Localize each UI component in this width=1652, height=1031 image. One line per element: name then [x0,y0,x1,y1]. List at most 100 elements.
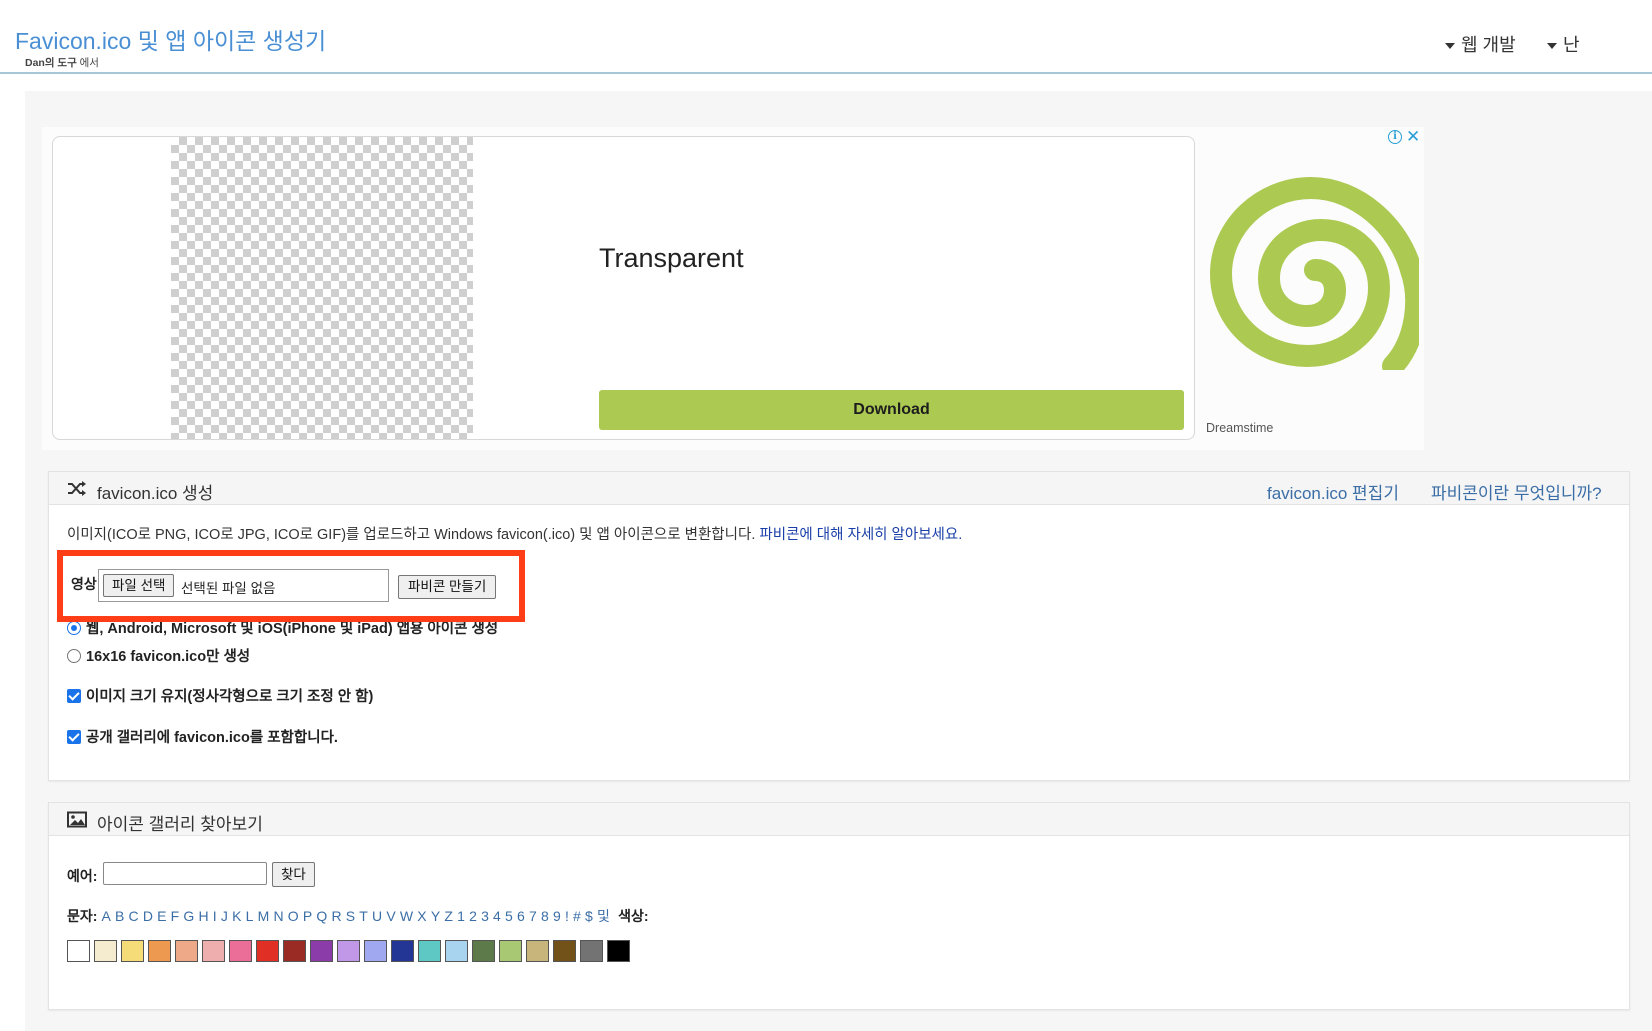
color-swatch[interactable] [607,940,630,962]
option-label: 웹, Android, Microsoft 및 iOS(iPhone 및 iPa… [86,621,499,637]
ad-info-icon[interactable]: i [1388,130,1402,144]
file-input[interactable]: 파일 선택 선택된 파일 없음 [98,569,389,602]
color-swatch[interactable] [472,940,495,962]
letter-link[interactable]: I [213,908,217,924]
letter-link[interactable]: R [331,908,341,924]
ad-headline[interactable]: Transparent [599,243,744,274]
color-swatch[interactable] [67,940,90,962]
nav-more[interactable]: 난 [1547,31,1580,57]
letter-link[interactable]: T [359,908,368,924]
highlighted-upload-area: 영상: 파일 선택 선택된 파일 없음 파비콘 만들기 [57,550,525,622]
letter-link-and[interactable]: 및 [597,908,610,924]
letter-link[interactable]: ! [565,908,569,924]
letter-link[interactable]: 1 [457,908,465,924]
search-button[interactable]: 찾다 [272,862,315,887]
color-swatch[interactable] [580,940,603,962]
advertisement[interactable]: Transparent Download i ✕ Dreamstime [42,127,1424,450]
color-swatch[interactable] [418,940,441,962]
color-swatch[interactable] [256,940,279,962]
color-swatch[interactable] [526,940,549,962]
image-icon [67,811,87,828]
color-swatch[interactable] [391,940,414,962]
letter-link[interactable]: 9 [553,908,561,924]
what-is-favicon-link[interactable]: 파비콘이란 무엇입니까? [1431,479,1602,504]
letter-link[interactable]: L [246,908,254,924]
checkbox-checked[interactable] [67,689,81,703]
site-subtitle[interactable]: Dan의 도구 에서 [25,55,99,70]
nav-more-label: 난 [1563,35,1580,55]
letter-link[interactable]: K [232,908,241,924]
site-title[interactable]: Favicon.ico 및 앱 아이콘 생성기 [15,22,326,56]
color-swatch[interactable] [445,940,468,962]
letter-link[interactable]: G [183,908,194,924]
letters-label: 문자: [67,908,98,924]
letter-link[interactable]: 7 [529,908,537,924]
checkbox-checked[interactable] [67,730,81,744]
create-favicon-button[interactable]: 파비콘 만들기 [398,575,497,599]
color-swatch[interactable] [229,940,252,962]
letter-link[interactable]: P [303,908,312,924]
color-swatch[interactable] [175,940,198,962]
letter-link[interactable]: 2 [469,908,477,924]
letter-link[interactable]: S [346,908,355,924]
color-swatch[interactable] [364,940,387,962]
letter-link[interactable]: X [417,908,426,924]
panel-header: 아이콘 갤러리 찾아보기 [49,803,1629,836]
radio-unchecked[interactable] [67,649,81,663]
color-swatch[interactable] [499,940,522,962]
letter-link[interactable]: 5 [505,908,513,924]
ad-download-button[interactable]: Download [599,390,1184,430]
letter-link[interactable]: V [386,908,395,924]
letter-link[interactable]: N [273,908,283,924]
letter-link[interactable]: 3 [481,908,489,924]
color-swatch[interactable] [202,940,225,962]
shuffle-icon [68,481,86,496]
letter-link[interactable]: C [129,908,139,924]
letter-link[interactable]: J [221,908,228,924]
letter-link[interactable]: $ [585,908,593,924]
letter-link[interactable]: 4 [493,908,501,924]
ad-brand[interactable]: Dreamstime [1206,421,1273,435]
favicon-editor-link[interactable]: favicon.ico 편집기 [1267,479,1399,504]
option-public-gallery[interactable]: 공개 갤러리에 favicon.ico를 포함합니다. [67,726,338,747]
letter-link[interactable]: # [573,908,581,924]
color-swatch[interactable] [283,940,306,962]
colors-label: 색상: [618,908,649,924]
color-swatch[interactable] [148,940,171,962]
letter-link[interactable]: D [143,908,153,924]
choose-file-button[interactable]: 파일 선택 [103,574,175,597]
caret-down-icon [1547,43,1557,50]
letter-link[interactable]: M [258,908,270,924]
letter-link[interactable]: F [171,908,180,924]
letter-link[interactable]: W [400,908,413,924]
letter-link[interactable]: 6 [517,908,525,924]
letter-link[interactable]: B [115,908,124,924]
letter-link[interactable]: E [157,908,166,924]
letter-link[interactable]: A [101,908,110,924]
nav-web-dev[interactable]: 웹 개발 [1445,31,1516,57]
option-label: 16x16 favicon.ico만 생성 [86,649,251,665]
color-swatch[interactable] [94,940,117,962]
ad-card[interactable]: Transparent Download [52,136,1195,440]
letter-link[interactable]: Z [444,908,453,924]
learn-more-link[interactable]: 파비콘에 대해 자세히 알아보세요. [759,527,962,543]
letter-link[interactable]: 8 [541,908,549,924]
letter-link[interactable]: Y [431,908,440,924]
letter-link[interactable]: O [288,908,299,924]
letter-link[interactable]: H [198,908,208,924]
top-bar: Favicon.ico 및 앱 아이콘 생성기 Dan의 도구 에서 웹 개발 … [0,0,1652,74]
color-swatch[interactable] [121,940,144,962]
site-subtitle-brand[interactable]: Dan의 도구 [25,57,77,69]
letter-link[interactable]: U [372,908,382,924]
letter-link[interactable]: Q [316,908,327,924]
option-16x16-only[interactable]: 16x16 favicon.ico만 생성 [67,645,250,666]
color-swatch[interactable] [337,940,360,962]
favicon-generator-panel: favicon.ico 생성 favicon.ico 편집기 파비콘이란 무엇입… [48,471,1630,781]
color-swatch[interactable] [310,940,333,962]
option-keep-size[interactable]: 이미지 크기 유지(정사각형으로 크기 조정 안 함) [67,685,373,706]
radio-checked[interactable] [67,621,81,635]
color-swatch[interactable] [553,940,576,962]
keyword-search-input[interactable] [103,862,267,885]
ad-close-icon[interactable]: ✕ [1406,127,1420,147]
spiral-logo-icon [1209,176,1419,370]
